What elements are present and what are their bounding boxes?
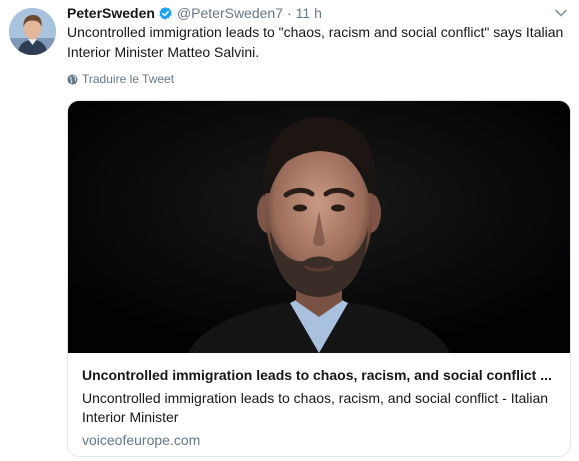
chevron-down-icon[interactable]: [553, 6, 569, 18]
link-card[interactable]: Uncontrolled immigration leads to chaos,…: [67, 100, 571, 457]
card-image: [68, 101, 570, 353]
translate-link[interactable]: Traduire le Tweet: [67, 71, 174, 87]
translate-label: Traduire le Tweet: [82, 72, 175, 86]
display-name[interactable]: PeterSweden: [67, 4, 155, 22]
globe-icon: [67, 73, 78, 85]
card-domain: voiceofeurope.com: [82, 432, 201, 448]
tweet[interactable]: PeterSweden @PeterSweden7 · 11 h Uncontr…: [0, 0, 579, 461]
tweet-header: PeterSweden @PeterSweden7 · 11 h: [67, 4, 322, 22]
card-title: Uncontrolled immigration leads to chaos,…: [82, 367, 552, 383]
separator-dot: ·: [287, 5, 292, 21]
portrait-photo: [68, 101, 570, 353]
tweet-text: Uncontrolled immigration leads to "chaos…: [67, 24, 564, 60]
card-body: Uncontrolled immigration leads to chaos,…: [68, 353, 570, 456]
verified-badge-icon: [158, 6, 173, 21]
user-handle[interactable]: @PeterSweden7: [177, 4, 283, 22]
timestamp[interactable]: 11 h: [296, 4, 322, 22]
avatar[interactable]: [9, 8, 56, 55]
avatar-image: [9, 8, 56, 55]
card-description: Uncontrolled immigration leads to chaos,…: [82, 390, 549, 425]
